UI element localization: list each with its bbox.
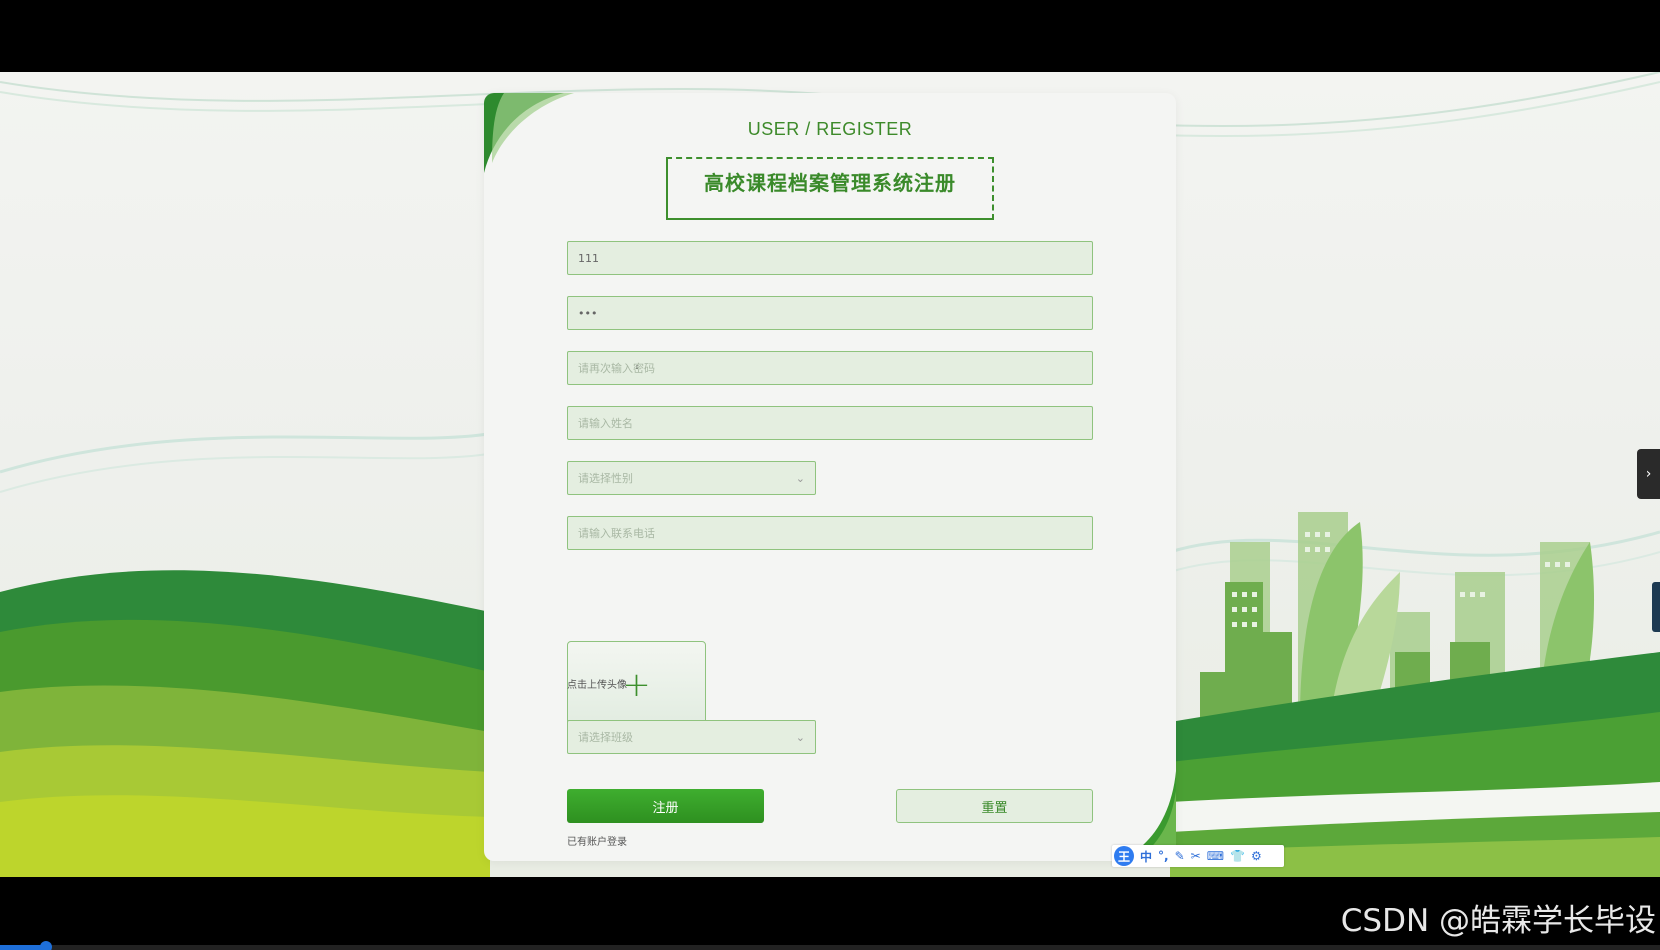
class-select-placeholder: 请选择班级 (578, 731, 633, 744)
video-progress-handle[interactable] (40, 941, 52, 950)
side-dock-handle[interactable] (1652, 582, 1660, 632)
register-subtitle: USER / REGISTER (747, 119, 913, 139)
avatar-upload-hint: 点击上传头像 (567, 680, 627, 691)
register-card: USER / REGISTER 高校课程档案管理系统注册 111 ••• 请再次… (484, 93, 1176, 861)
page-title-box: 高校课程档案管理系统注册 (666, 157, 994, 220)
login-link[interactable]: 已有账户登录 (567, 833, 627, 848)
register-button[interactable]: 注册 (567, 789, 764, 823)
ime-logo-icon[interactable]: 王 (1114, 846, 1134, 866)
ime-settings-icon[interactable]: ⚙ (1251, 849, 1262, 863)
account-input[interactable]: 111 (567, 241, 1093, 275)
gender-select-placeholder: 请选择性别 (578, 472, 633, 485)
ime-toolbar: 王 中 °, ✎ ✂ ⌨ 👕 ⚙ (1112, 845, 1284, 867)
side-panel-toggle[interactable]: › (1637, 449, 1660, 499)
ime-scissors-icon[interactable]: ✂ (1191, 849, 1201, 863)
password-input[interactable]: ••• (567, 296, 1093, 330)
ime-skin-icon[interactable]: 👕 (1230, 849, 1245, 863)
ime-punctuation-icon[interactable]: °, (1158, 849, 1169, 863)
class-select[interactable]: 请选择班级 ⌄ (567, 720, 816, 754)
chevron-down-icon: ⌄ (795, 471, 805, 485)
page-background: USER / REGISTER 高校课程档案管理系统注册 111 ••• 请再次… (0, 72, 1660, 877)
video-top-letterbox (0, 0, 1660, 72)
gender-select[interactable]: 请选择性别 ⌄ (567, 461, 816, 495)
reset-button[interactable]: 重置 (896, 789, 1093, 823)
page-title: 高校课程档案管理系统注册 (704, 171, 956, 195)
ime-chinese-mode[interactable]: 中 (1140, 848, 1152, 865)
chevron-right-icon: › (1645, 466, 1652, 482)
name-input[interactable]: 请输入姓名 (567, 406, 1093, 440)
video-progress-bar[interactable] (0, 941, 1660, 950)
watermark-text: CSDN @皓霖学长毕设 (1340, 903, 1656, 939)
text-cursor-icon (636, 365, 638, 369)
chevron-down-icon: ⌄ (795, 730, 805, 744)
confirm-password-input[interactable]: 请再次输入密码 (567, 351, 1093, 385)
phone-input[interactable]: 请输入联系电话 (567, 516, 1093, 550)
ime-keyboard-icon[interactable]: ⌨ (1207, 849, 1224, 863)
ime-pen-icon[interactable]: ✎ (1175, 849, 1185, 863)
